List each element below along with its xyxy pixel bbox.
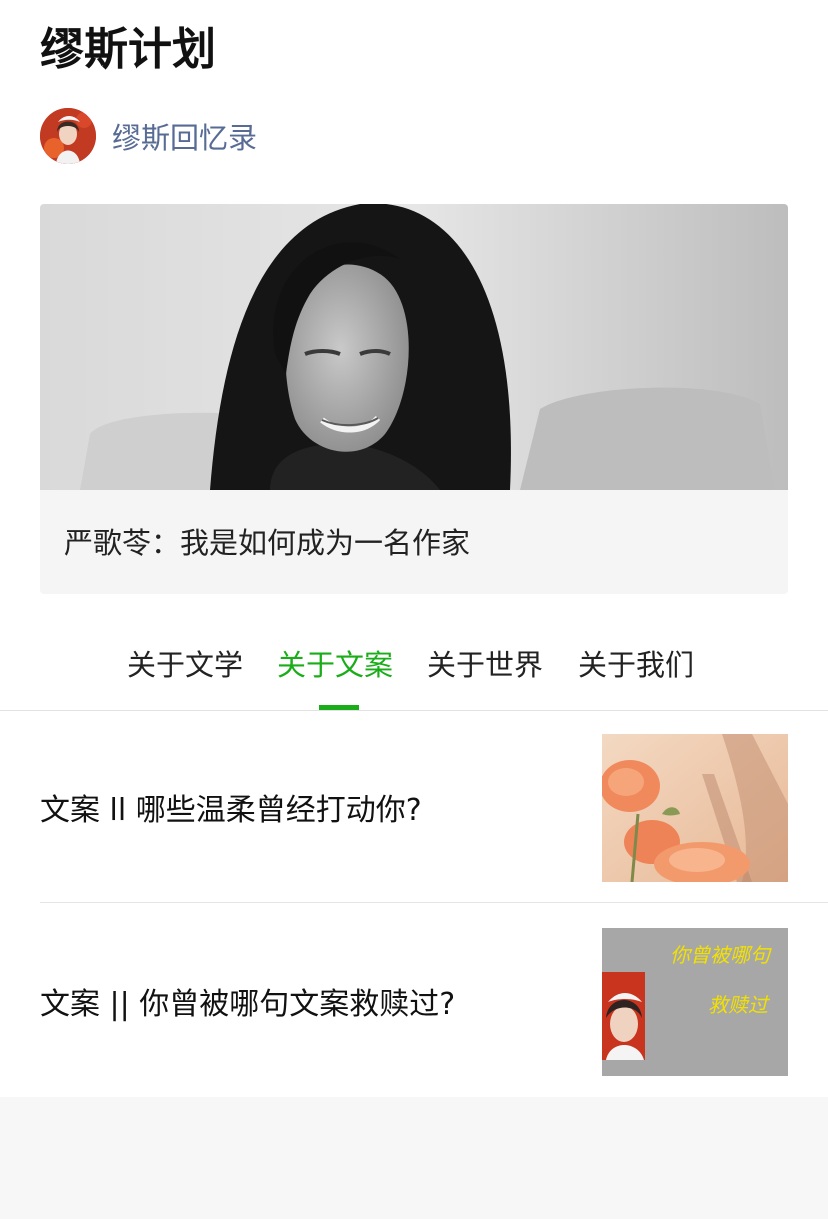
list-item-thumbnail: [602, 734, 788, 882]
author-name[interactable]: 缪斯回忆录: [112, 115, 257, 157]
list-item-thumbnail: 你曾被哪句 救赎过: [602, 928, 788, 1076]
thumb-text-line2: 救赎过: [708, 993, 771, 1017]
list-item[interactable]: 文案 || 你曾被哪句文案救赎过? 你曾被哪句 救赎过: [0, 904, 828, 1097]
author-link[interactable]: 缪斯回忆录: [40, 108, 257, 164]
featured-article-card[interactable]: 严歌苓：我是如何成为一名作家: [40, 204, 788, 594]
tab-about-us[interactable]: 关于我们: [578, 632, 694, 710]
list-item[interactable]: 文案 ll 哪些温柔曾经打动你?: [0, 710, 828, 903]
avatar[interactable]: [40, 108, 96, 164]
category-tabs: 关于文学 关于文案 关于世界 关于我们: [0, 632, 828, 711]
avatar-image: [40, 108, 96, 164]
page: 缪斯计划 缪斯回忆录 严歌苓：我是如何成为一名作家 关于文学 关于文案 关于世界…: [0, 0, 828, 1219]
thumb-text-line1: 你曾被哪句: [670, 943, 772, 967]
list-item-title[interactable]: 文案 ll 哪些温柔曾经打动你?: [40, 710, 422, 903]
page-title: 缪斯计划: [40, 24, 216, 75]
tab-copywriting[interactable]: 关于文案: [277, 632, 393, 710]
tab-literature[interactable]: 关于文学: [127, 632, 243, 710]
divider: [40, 902, 828, 903]
list-item-title[interactable]: 文案 || 你曾被哪句文案救赎过?: [40, 904, 455, 1097]
featured-article-image: [40, 204, 788, 490]
article-header-area: 缪斯计划 缪斯回忆录 严歌苓：我是如何成为一名作家 关于文学 关于文案 关于世界…: [0, 0, 828, 1097]
tab-world[interactable]: 关于世界: [427, 632, 543, 710]
featured-article-title[interactable]: 严歌苓：我是如何成为一名作家: [64, 520, 470, 562]
